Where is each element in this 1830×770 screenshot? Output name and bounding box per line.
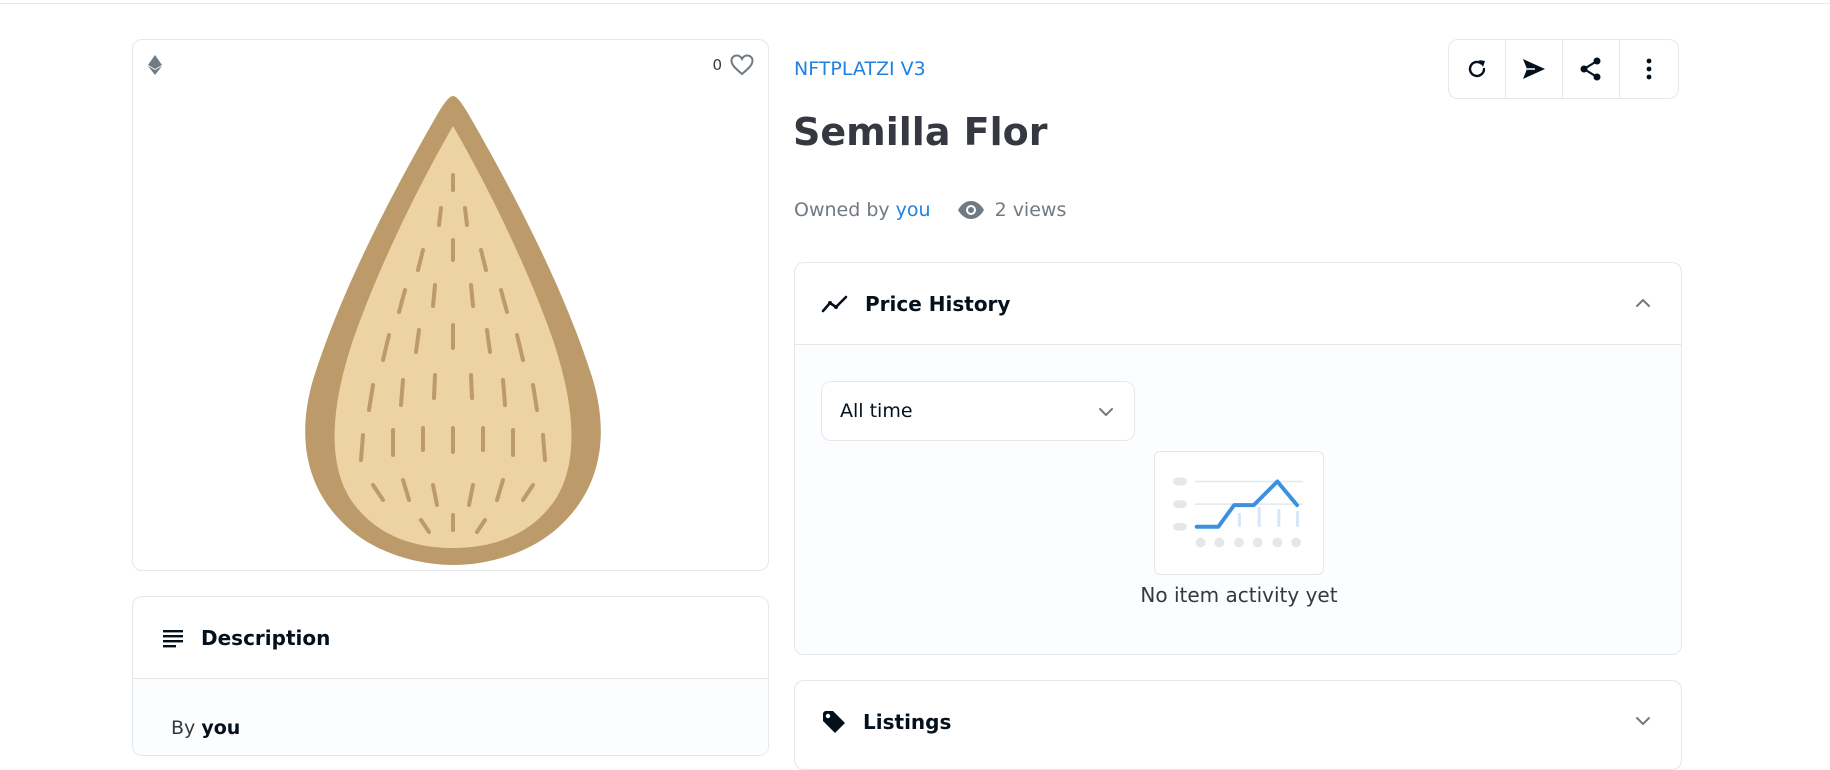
send-icon — [1523, 59, 1545, 79]
description-by-prefix: By — [171, 717, 196, 739]
top-divider — [0, 0, 1830, 4]
more-options-button[interactable] — [1619, 39, 1679, 99]
item-actions — [1448, 39, 1679, 99]
price-history-header[interactable]: Price History — [795, 263, 1681, 345]
ownership-row: Owned by you 2 views — [794, 199, 1066, 221]
description-title: Description — [201, 625, 331, 650]
transfer-button[interactable] — [1505, 39, 1563, 99]
refresh-icon — [1468, 60, 1486, 78]
chevron-up-icon[interactable] — [1633, 293, 1653, 313]
chevron-down-icon — [1099, 408, 1113, 416]
collection-link[interactable]: NFTPLATZI V3 — [794, 58, 926, 80]
empty-activity-message: No item activity yet — [1140, 583, 1338, 607]
description-by-user[interactable]: you — [201, 717, 240, 739]
text-lines-icon — [163, 629, 183, 647]
item-title: Semilla Flor — [793, 110, 1048, 154]
media-card: 0 — [132, 39, 769, 571]
share-button[interactable] — [1562, 39, 1620, 99]
view-count: 2 views — [994, 199, 1067, 221]
owned-by-label: Owned by — [794, 199, 890, 221]
almond-seed-illustration — [305, 96, 601, 565]
description-body: By you — [133, 679, 768, 755]
favorite-control[interactable]: 0 — [712, 54, 754, 76]
heart-icon[interactable] — [730, 54, 754, 76]
price-history-title: Price History — [865, 291, 1011, 316]
trending-icon — [821, 295, 848, 312]
description-panel: Description By you — [132, 596, 769, 756]
listings-title: Listings — [863, 710, 952, 734]
eye-icon — [957, 201, 984, 219]
description-header[interactable]: Description — [133, 597, 768, 679]
favorite-count: 0 — [712, 56, 722, 74]
tag-icon — [823, 711, 845, 733]
listings-header[interactable]: Listings — [795, 681, 1681, 763]
more-vertical-icon — [1646, 58, 1652, 80]
empty-chart-illustration — [1154, 451, 1324, 575]
price-history-panel: Price History All time No item activity … — [794, 262, 1682, 655]
chevron-down-icon[interactable] — [1633, 711, 1653, 731]
share-icon — [1580, 57, 1601, 81]
ethereum-icon — [148, 55, 162, 75]
refresh-button[interactable] — [1448, 39, 1506, 99]
time-range-value: All time — [840, 400, 913, 422]
time-range-select[interactable]: All time — [821, 381, 1135, 441]
price-history-body: All time No item activity yet — [795, 345, 1681, 654]
owner-link[interactable]: you — [896, 199, 931, 221]
listings-panel: Listings — [794, 680, 1682, 770]
